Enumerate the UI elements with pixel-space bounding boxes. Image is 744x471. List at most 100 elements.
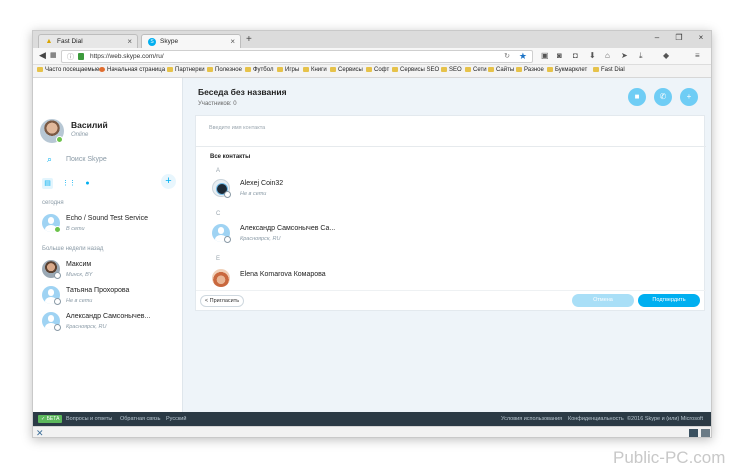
contact-name: Александр Самсонычев Са...	[240, 225, 336, 232]
folder-icon	[245, 67, 251, 72]
footer-link-language[interactable]: Русский	[166, 416, 186, 422]
contact-name: Elena Komarova Комарова	[240, 271, 326, 278]
tab-close-icon[interactable]: ×	[230, 37, 235, 46]
camera-icon[interactable]: ◙	[557, 51, 562, 60]
group-letter: С	[216, 211, 221, 217]
footer-link-feedback[interactable]: Обратная связь	[120, 416, 161, 422]
video-call-button[interactable]: ■	[628, 88, 646, 106]
resize-icon[interactable]	[701, 429, 710, 437]
bookmark-item[interactable]: Сервисы SEO	[392, 67, 439, 73]
contact-name: Татьяна Прохорова	[66, 287, 130, 294]
add-contact-button[interactable]: +	[161, 174, 176, 189]
download-arrow-icon[interactable]: ⬇	[589, 51, 596, 60]
screen-icon[interactable]	[689, 429, 698, 437]
contact-name: Alexej Coin32	[240, 180, 284, 187]
bookmark-item[interactable]: Игры	[277, 67, 299, 73]
reload-icon[interactable]: ↻	[504, 52, 510, 60]
contact-name-input[interactable]: Введите имя контакта	[209, 125, 265, 131]
folder-icon	[37, 67, 43, 72]
url-text: https://web.skype.com/ru/	[90, 53, 164, 60]
bot-icon[interactable]: ●	[82, 178, 93, 189]
extension-icon[interactable]: ◆	[663, 51, 669, 60]
conversation-title[interactable]: Беседа без названия	[198, 87, 287, 97]
contact-status: В сети	[66, 226, 85, 232]
downloads-icon[interactable]: ⤓	[639, 51, 643, 61]
bookmarks-list-icon[interactable]: ▦	[50, 51, 57, 59]
offline-status-icon	[54, 298, 61, 305]
footer-link-faq[interactable]: Вопросы и ответы	[66, 416, 112, 422]
minimize-button[interactable]: –	[649, 33, 665, 42]
skype-favicon-icon: S	[148, 38, 156, 46]
confirm-button[interactable]: Подтвердить	[638, 294, 700, 307]
contact-name: Максим	[66, 261, 92, 268]
bookmark-item[interactable]: Партнерки	[167, 67, 205, 73]
footer-link-terms[interactable]: Условия использования	[501, 416, 562, 422]
bookmark-item[interactable]: Букмарклет	[547, 67, 587, 73]
dialpad-icon[interactable]: ⋮⋮	[62, 178, 76, 189]
firefox-icon	[99, 67, 105, 72]
x-icon[interactable]: ✕	[36, 428, 44, 437]
offline-status-icon	[54, 324, 61, 331]
lock-icon	[78, 53, 84, 60]
offline-status-icon	[224, 236, 231, 243]
offline-status-icon	[54, 272, 61, 279]
home-icon[interactable]: ⌂	[605, 51, 610, 60]
bookmark-star-icon[interactable]: ★	[519, 51, 527, 62]
contact-name: Александр Самсонычев...	[66, 313, 151, 320]
bookmark-item[interactable]: Fast Dial	[593, 67, 625, 73]
online-status-icon	[56, 136, 63, 143]
browser-status-bar: ✕	[33, 426, 711, 437]
footer-link-privacy[interactable]: Конфиденциальность	[568, 416, 624, 422]
pocket-icon[interactable]: ◘	[573, 51, 578, 60]
bookmark-item[interactable]: Футбол	[245, 67, 273, 73]
footer-copyright: ©2016 Skype и (или) Microsoft	[627, 416, 704, 422]
bookmark-item[interactable]: Часто посещаемые	[37, 67, 99, 73]
back-arrow-icon[interactable]: ◀	[39, 50, 46, 61]
sidebar: Василий Online ⌕ Поиск Skype ▤ ⋮⋮ ● + се…	[33, 78, 183, 412]
all-contacts-heading: Все контакты	[210, 154, 251, 160]
clipboard-icon[interactable]: ▣	[541, 51, 549, 60]
add-participant-button[interactable]: +	[680, 88, 698, 106]
close-window-button[interactable]: ×	[693, 33, 709, 42]
bookmark-item[interactable]: Начальная страница	[99, 67, 165, 73]
search-input[interactable]: Поиск Skype	[66, 156, 107, 163]
bookmark-item[interactable]: Софт	[366, 67, 389, 73]
contacts-icon[interactable]: ▤	[42, 178, 53, 189]
contact-status: Не в сети	[66, 298, 93, 304]
beta-badge: ✓ БЕТА	[38, 415, 63, 423]
bookmark-item[interactable]: Сервисы	[330, 67, 363, 73]
search-icon[interactable]: ⌕	[47, 154, 52, 165]
page-footer: ✓ БЕТА Вопросы и ответы Обратная связь Р…	[33, 412, 711, 426]
offline-status-icon	[224, 191, 231, 198]
divider	[196, 146, 706, 147]
tab-fast-dial[interactable]: ▲ Fast Dial ×	[38, 34, 138, 48]
send-icon[interactable]: ➤	[621, 51, 628, 60]
tab-close-icon[interactable]: ×	[127, 37, 132, 46]
tab-skype[interactable]: S Skype ×	[141, 34, 241, 48]
folder-icon	[330, 67, 336, 72]
call-button[interactable]: ✆	[654, 88, 672, 106]
menu-icon[interactable]: ≡	[695, 51, 700, 60]
folder-icon	[488, 67, 494, 72]
new-tab-button[interactable]: +	[246, 34, 252, 45]
bookmark-item[interactable]: Сети	[465, 67, 487, 73]
folder-icon	[277, 67, 283, 72]
url-field[interactable]: ⓘ https://web.skype.com/ru/ ↻ ★	[61, 50, 533, 63]
cancel-button[interactable]: Отмена	[572, 294, 634, 307]
user-name[interactable]: Василий	[71, 120, 108, 130]
tab-bar: ▲ Fast Dial × S Skype × + – ❐ ×	[33, 31, 711, 48]
maximize-button[interactable]: ❐	[671, 33, 687, 42]
user-status[interactable]: Online	[71, 132, 88, 138]
bookmark-item[interactable]: SEO	[441, 67, 462, 73]
add-contacts-panel: Введите имя контакта Все контакты A Alex…	[195, 115, 706, 311]
bookmark-item[interactable]: Полезное	[207, 67, 242, 73]
bookmark-item[interactable]: Книги	[303, 67, 327, 73]
watermark-text: Public-PC.com	[613, 448, 726, 467]
bookmark-item[interactable]: Разное	[516, 67, 544, 73]
contact-status: Красноярск, RU	[240, 236, 281, 242]
group-letter: E	[216, 256, 221, 262]
skype-web-page: Василий Online ⌕ Поиск Skype ▤ ⋮⋮ ● + се…	[33, 78, 711, 412]
invite-button[interactable]: < Пригласить	[200, 295, 244, 307]
info-icon[interactable]: ⓘ	[67, 52, 74, 62]
bookmark-item[interactable]: Сайты	[488, 67, 514, 73]
